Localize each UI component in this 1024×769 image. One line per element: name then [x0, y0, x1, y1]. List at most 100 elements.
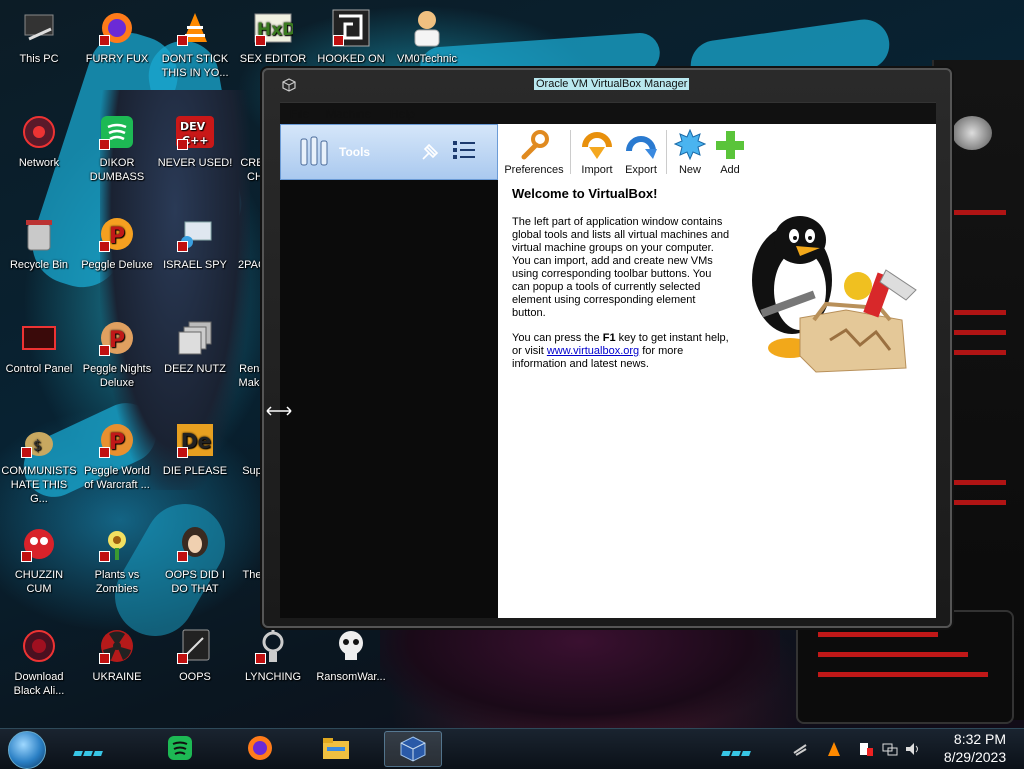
- tools-item[interactable]: Tools: [280, 124, 498, 180]
- vlc-tray-icon[interactable]: [826, 741, 842, 757]
- noose-icon: [253, 626, 293, 666]
- folder-icon: [323, 738, 349, 759]
- desktop-icon-ransomware[interactable]: RansomWar...: [313, 626, 389, 684]
- welcome-paragraph-1: The left part of application window cont…: [512, 216, 730, 319]
- peggle-icon: P: [97, 214, 137, 254]
- export-icon: [624, 128, 658, 162]
- start-button[interactable]: [8, 731, 46, 769]
- firefox-icon: [248, 736, 272, 760]
- desktop-icon-hooked-on[interactable]: HOOKED ON: [313, 8, 389, 66]
- virtualbox-website-link[interactable]: www.virtualbox.org: [547, 345, 639, 357]
- menu-file[interactable]: File: [290, 107, 309, 121]
- desktop-icon-plants-vs-zombies[interactable]: Plants vs Zombies: [79, 524, 155, 596]
- character-legs: [380, 620, 780, 728]
- desktop-icon-recycle-bin[interactable]: Recycle Bin: [1, 214, 77, 272]
- desktop-icon-vm0technic[interactable]: VM0Technic: [389, 8, 465, 66]
- recycle-bin-icon: [19, 214, 59, 254]
- taskbar-file-explorer[interactable]: [308, 731, 364, 765]
- network-icon: [19, 112, 59, 152]
- preferences-button[interactable]: Preferences: [502, 128, 566, 176]
- flower-icon: [97, 524, 137, 564]
- taskbar-spotify[interactable]: [152, 731, 208, 765]
- desktop-icon-die-please[interactable]: De DIE PLEASE: [157, 420, 233, 478]
- menu-bar: File Machine Help: [280, 102, 936, 126]
- portrait-icon: [175, 524, 215, 564]
- desktop-icon-sex-editor[interactable]: HxD SEX EDITOR: [235, 8, 311, 66]
- volume-icon[interactable]: [904, 741, 920, 757]
- list-menu-icon[interactable]: [451, 137, 477, 163]
- window-title: Oracle VM VirtualBox Manager: [534, 78, 690, 90]
- import-button[interactable]: Import: [576, 128, 618, 176]
- new-button[interactable]: New: [670, 128, 710, 176]
- desktop-icon-communists[interactable]: $ COMMUNISTS HATE THIS G...: [1, 420, 77, 506]
- tux-toolbox-illustration: [752, 216, 917, 373]
- firefox-icon: [97, 8, 137, 48]
- desktop-icon-lynching[interactable]: LYNCHING: [235, 626, 311, 684]
- desktop-icon-control-panel[interactable]: Control Panel: [1, 318, 77, 376]
- hxd-icon: HxD: [253, 8, 293, 48]
- virtualbox-logo-icon: [282, 78, 296, 92]
- svg-text:P: P: [109, 430, 125, 455]
- svg-text:P: P: [109, 328, 125, 353]
- taskbar-decoration: [73, 743, 114, 756]
- desktop-icon-ukraine[interactable]: UKRAINE: [79, 626, 155, 684]
- add-button[interactable]: Add: [710, 128, 750, 176]
- spotify-icon: [97, 112, 137, 152]
- devcpp-icon: DEV C++: [175, 112, 215, 152]
- machine-list-pane[interactable]: Tools: [280, 124, 498, 618]
- control-panel-icon: [19, 318, 59, 358]
- window-titlebar[interactable]: Oracle VM VirtualBox Manager: [264, 70, 950, 98]
- wrench-icon: [517, 128, 551, 162]
- desktop-icon-peggle-nights[interactable]: P Peggle Nights Deluxe: [79, 318, 155, 390]
- tools-label: Tools: [339, 145, 371, 159]
- virtualbox-window[interactable]: Oracle VM VirtualBox Manager File Machin…: [262, 68, 952, 628]
- menu-machine[interactable]: Machine: [326, 107, 371, 121]
- desktop-icon-peggle-deluxe[interactable]: P Peggle Deluxe: [79, 214, 155, 272]
- desktop-icon-network[interactable]: Network: [1, 112, 77, 170]
- clock-time[interactable]: 8:32 PM: [942, 731, 1018, 747]
- svg-text:P: P: [109, 224, 125, 249]
- taskbar-virtualbox[interactable]: [384, 731, 442, 767]
- doctor-icon: [407, 8, 447, 48]
- f1-key: F1: [602, 332, 616, 344]
- taskbar-decoration: [721, 743, 762, 756]
- desktop-icon-furry-fux[interactable]: FURRY FUX: [79, 8, 155, 66]
- tablet-icon: [175, 626, 215, 666]
- window-body: Tools Preferences Import Export New Add …: [280, 124, 936, 618]
- alien-head-icon: [952, 116, 992, 150]
- desktop-icon-dont-stick[interactable]: DONT STICK THIS IN YO...: [157, 8, 233, 80]
- chevron-icon[interactable]: [792, 741, 808, 757]
- toolbar-separator: [666, 130, 667, 174]
- vlc-icon: [175, 8, 215, 48]
- desktop-icon-this-pc[interactable]: This PC: [1, 8, 77, 66]
- desktop-icon-oops-did-i[interactable]: OOPS DID I DO THAT: [157, 524, 233, 596]
- desktop-icon-chuzzin-cum[interactable]: CHUZZIN CUM: [1, 524, 77, 596]
- network-drive-icon: [175, 214, 215, 254]
- taskbar: 8:32 PM 8/29/2023: [0, 728, 1024, 769]
- desktop-icon-deez-nutz[interactable]: DEEZ NUTZ: [157, 318, 233, 376]
- desktop-icon-israel-spy[interactable]: ISRAEL SPY: [157, 214, 233, 272]
- windows-stack-icon: [175, 318, 215, 358]
- computer-icon: [19, 8, 59, 48]
- taskbar-firefox[interactable]: [232, 731, 288, 765]
- alienware-icon: [19, 626, 59, 666]
- network-tray-icon[interactable]: [882, 741, 898, 757]
- tools-pane: Preferences Import Export New Add Welcom…: [498, 124, 936, 618]
- desktop-icon-peggle-wow[interactable]: P Peggle World of Warcraft ...: [79, 420, 155, 492]
- clock-date[interactable]: 8/29/2023: [932, 749, 1018, 765]
- die-icon: De: [175, 420, 215, 460]
- action-center-icon[interactable]: [858, 741, 874, 757]
- spotify-icon: [168, 736, 192, 760]
- desktop-icon-dikor-dumbass[interactable]: DIKOR DUMBASS: [79, 112, 155, 184]
- export-button[interactable]: Export: [620, 128, 662, 176]
- desktop-icon-oops[interactable]: OOPS: [157, 626, 233, 684]
- pin-icon[interactable]: [419, 139, 443, 163]
- menu-help[interactable]: Help: [390, 107, 415, 121]
- add-plus-icon: [713, 128, 747, 162]
- peggle-nights-icon: P: [97, 318, 137, 358]
- peggle-wow-icon: P: [97, 420, 137, 460]
- skull-icon: [331, 626, 371, 666]
- desktop-icon-never-used[interactable]: DEV C++ NEVER USED!: [157, 112, 233, 170]
- tools-icon: [300, 136, 328, 166]
- desktop-icon-download-black-ali[interactable]: Download Black Ali...: [1, 626, 77, 698]
